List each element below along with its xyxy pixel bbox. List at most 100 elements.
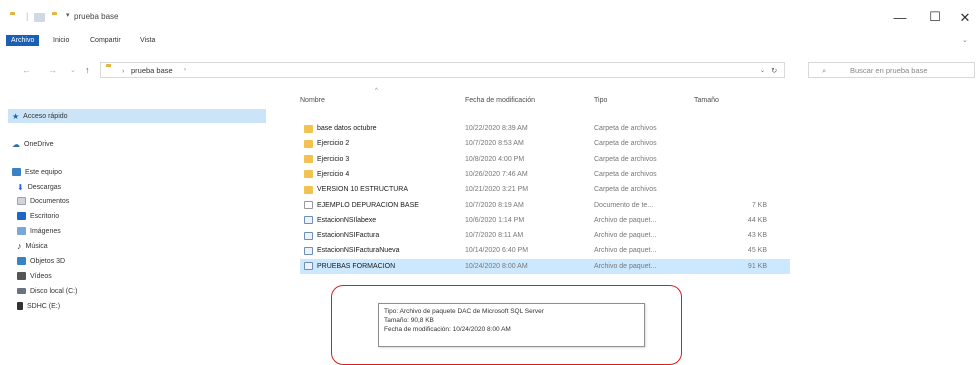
sidebar-item-label: Escritorio	[30, 212, 60, 220]
breadcrumb-separator-icon: ›	[122, 66, 125, 75]
address-dropdown-icon[interactable]: ⌄	[760, 67, 765, 74]
sidebar-item-quick-access[interactable]: ★ Acceso rápido	[8, 109, 266, 123]
video-icon	[17, 272, 26, 280]
column-header-name[interactable]: Nombre	[300, 97, 325, 104]
sidebar-item-images[interactable]: Imágenes	[17, 225, 61, 237]
table-row[interactable]: VERSION 10 ESTRUCTURA 10/21/2020 3:21 PM C…	[300, 182, 790, 197]
tab-share[interactable]: Compartir	[90, 37, 121, 44]
table-row[interactable]: EstacionNSIlabexe 10/6/2020 1:14 PM Archiv…	[300, 213, 790, 228]
sidebar-item-label: Disco local (C:)	[30, 287, 78, 295]
table-row[interactable]: EJEMPLO DEPURACION BASE 10/7/2020 8:19 AM…	[300, 198, 790, 213]
up-arrow-icon[interactable]: ↑	[85, 65, 90, 75]
sort-up-icon: ^	[375, 88, 378, 94]
search-icon: ⌕	[822, 66, 827, 75]
file-name: Ejercicio 4	[317, 170, 350, 178]
minimize-button[interactable]: —	[880, 10, 920, 25]
quick-access-dropdown-icon[interactable]: ▾	[66, 11, 70, 19]
file-name: VERSION 10 ESTRUCTURA	[317, 186, 409, 194]
file-size: 44 KB	[747, 216, 767, 224]
file-name: Ejercicio 3	[317, 155, 350, 163]
folder-icon	[304, 185, 313, 194]
separator: |	[26, 11, 29, 21]
sidebar-item-videos[interactable]: Vídeos	[17, 270, 52, 282]
file-type: Carpeta de archivos	[594, 155, 657, 163]
file-name: Ejercicio 2	[317, 140, 350, 148]
search-input[interactable]: Buscar en prueba base	[850, 66, 928, 75]
sidebar-item-music[interactable]: ♪ Música	[17, 240, 48, 252]
dacpac-file-icon	[304, 231, 313, 240]
dacpac-file-icon	[304, 262, 313, 271]
tab-home[interactable]: Inicio	[53, 37, 69, 44]
sidebar-item-label: Imágenes	[30, 227, 61, 235]
sidebar-item-onedrive[interactable]: ☁ OneDrive	[12, 138, 54, 150]
file-date: 10/24/2020 8:00 AM	[465, 262, 528, 270]
sidebar-item-this-pc[interactable]: Este equipo	[12, 166, 62, 178]
table-row[interactable]: Ejercicio 4 10/26/2020 7:46 AM Carpeta de …	[300, 167, 790, 182]
file-type: Archivo de paquet...	[594, 247, 657, 255]
folder-icon	[304, 155, 313, 164]
cube-icon	[17, 257, 26, 265]
file-type: Carpeta de archivos	[594, 140, 657, 148]
table-row[interactable]: PRUEBAS FORMACION 10/24/2020 8:00 AM Archi…	[300, 258, 790, 274]
file-date: 10/7/2020 8:19 AM	[465, 201, 524, 209]
file-date: 10/22/2020 8:39 AM	[465, 125, 528, 132]
download-icon: ⬇	[17, 182, 24, 192]
sidebar-item-desktop[interactable]: Escritorio	[17, 210, 59, 222]
file-type: Carpeta de archivos	[594, 125, 657, 132]
sidebar-item-label: Vídeos	[30, 272, 52, 280]
file-size: 43 KB	[747, 232, 767, 240]
sidebar-item-3d-objects[interactable]: Objetos 3D	[17, 255, 65, 267]
breadcrumb[interactable]: prueba base	[131, 66, 173, 75]
table-row[interactable]: Ejercicio 2 10/7/2020 8:53 AM Carpeta de a…	[300, 136, 790, 151]
file-type: Documento de te...	[594, 201, 654, 209]
sidebar-item-sdhc[interactable]: SDHC (E:)	[17, 300, 60, 312]
title-bar: | ▾ prueba base — ☐ ✕	[0, 0, 977, 34]
column-header-type[interactable]: Tipo	[594, 97, 607, 104]
column-header-size[interactable]: Tamaño	[694, 97, 719, 104]
table-row[interactable]: EstacionNSIFactura 10/7/2020 8:11 AM Archi…	[300, 228, 790, 243]
sidebar-item-local-disk[interactable]: Disco local (C:)	[17, 285, 77, 297]
file-type: Carpeta de archivos	[594, 186, 657, 194]
file-date: 10/21/2020 3:21 PM	[465, 186, 529, 194]
file-type: Archivo de paquet...	[594, 232, 657, 240]
table-row[interactable]: EstacionNSIFacturaNueva 10/14/2020 6:40 P…	[300, 243, 790, 258]
address-bar[interactable]	[100, 62, 785, 78]
music-icon: ♪	[17, 241, 22, 251]
file-type: Carpeta de archivos	[594, 170, 657, 178]
column-header-date[interactable]: Fecha de modificación	[465, 97, 535, 104]
file-type: Archivo de paquet...	[594, 216, 657, 224]
sidebar-item-label: Este equipo	[25, 168, 62, 176]
red-highlight-annotation	[331, 285, 682, 365]
sidebar-item-label: Acceso rápido	[23, 112, 68, 120]
refresh-icon[interactable]: ↻	[771, 66, 777, 75]
tab-view[interactable]: Vista	[140, 37, 155, 44]
folder-icon	[304, 139, 313, 148]
sidebar-item-label: Documentos	[30, 197, 70, 205]
breadcrumb-dropdown-icon[interactable]: ›	[184, 67, 186, 73]
expand-ribbon-icon[interactable]: ⌄	[962, 36, 968, 44]
tab-file[interactable]: Archivo	[6, 35, 40, 46]
star-icon: ★	[12, 111, 20, 121]
sdcard-icon	[17, 302, 23, 310]
desktop-icon	[17, 212, 26, 220]
sidebar-item-downloads[interactable]: ⬇ Descargas	[17, 181, 61, 193]
file-name: EstacionNSIFacturaNueva	[317, 247, 400, 255]
sidebar-item-documents[interactable]: Documentos	[17, 195, 69, 207]
forward-arrow-icon[interactable]: →	[48, 65, 57, 75]
file-date: 10/26/2020 7:46 AM	[465, 170, 528, 178]
properties-icon[interactable]	[34, 13, 45, 22]
folder-icon	[304, 124, 313, 133]
recent-locations-icon[interactable]: ⌄	[70, 66, 76, 74]
back-arrow-icon[interactable]: ←	[22, 65, 31, 75]
file-name: EstacionNSIlabexe	[317, 216, 377, 224]
cloud-icon: ☁	[12, 139, 20, 149]
sidebar-item-label: Música	[25, 242, 48, 250]
file-date: 10/7/2020 8:11 AM	[465, 232, 524, 240]
file-name: PRUEBAS FORMACION	[317, 262, 396, 270]
file-size: 7 KB	[751, 201, 767, 209]
close-button[interactable]: ✕	[945, 10, 977, 26]
table-row[interactable]: Ejercicio 3 10/8/2020 4:00 PM Carpeta de a…	[300, 152, 790, 167]
dacpac-file-icon	[304, 246, 313, 255]
file-date: 10/8/2020 4:00 PM	[465, 155, 525, 163]
table-row[interactable]: base datos octubre 10/22/2020 8:39 AM Carp…	[300, 121, 790, 136]
